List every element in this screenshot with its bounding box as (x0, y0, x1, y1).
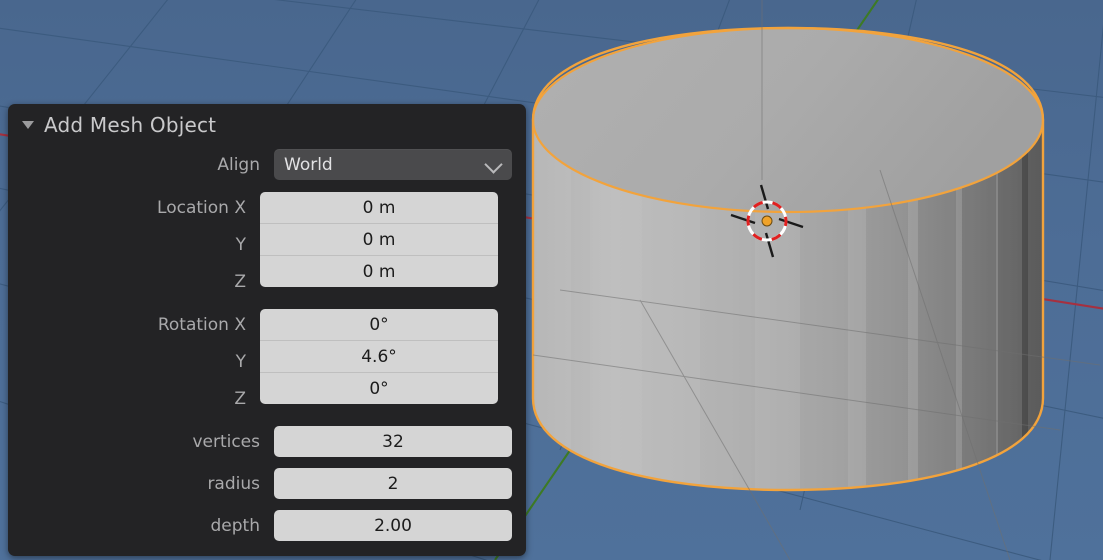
field-row-depth: depth 2.00 (8, 507, 512, 544)
location-y-input[interactable]: 0 m (260, 223, 498, 255)
panel-fields: Align World Location X Y Z 0 m 0 m 0 m R… (8, 146, 526, 544)
field-row-align: Align World (8, 146, 512, 183)
depth-input[interactable]: 2.00 (274, 510, 512, 541)
rotation-y-input[interactable]: 4.6° (260, 340, 498, 372)
location-z-input[interactable]: 0 m (260, 255, 498, 287)
vertices-input[interactable]: 32 (274, 426, 512, 457)
label-location-x: Location X (157, 197, 246, 218)
label-location-z: Z (234, 271, 246, 292)
blender-window: Add Mesh Object Align World Location X Y… (0, 0, 1103, 560)
field-row-location-z: Z (8, 263, 260, 300)
align-dropdown-value: World (284, 154, 333, 175)
field-row-location-y: Y (8, 226, 260, 263)
panel-title: Add Mesh Object (44, 113, 217, 137)
rotation-x-input[interactable]: 0° (260, 309, 498, 340)
chevron-down-icon (484, 154, 503, 174)
redo-operator-panel[interactable]: Add Mesh Object Align World Location X Y… (8, 104, 526, 556)
align-dropdown[interactable]: World (274, 149, 512, 180)
label-location-y: Y (235, 234, 246, 255)
field-row-rotation-z: Z (8, 380, 260, 417)
field-row-location-x: Location X (8, 189, 260, 226)
disclosure-triangle-down-icon[interactable] (22, 121, 34, 129)
field-row-rotation-x: Rotation X (8, 306, 260, 343)
cylinder-object[interactable] (531, 26, 1052, 500)
label-rotation-y: Y (235, 351, 246, 372)
field-row-rotation-y: Y (8, 343, 260, 380)
label-depth: depth (210, 515, 260, 536)
location-x-input[interactable]: 0 m (260, 192, 498, 223)
label-rotation-x: Rotation X (157, 314, 246, 335)
field-row-vertices: vertices 32 (8, 423, 512, 460)
rotation-z-input[interactable]: 0° (260, 372, 498, 404)
panel-header[interactable]: Add Mesh Object (8, 104, 526, 146)
label-radius: radius (207, 473, 260, 494)
radius-input[interactable]: 2 (274, 468, 512, 499)
label-align: Align (217, 154, 260, 175)
field-row-radius: radius 2 (8, 465, 512, 502)
label-vertices: vertices (192, 431, 260, 452)
label-rotation-z: Z (234, 388, 246, 409)
